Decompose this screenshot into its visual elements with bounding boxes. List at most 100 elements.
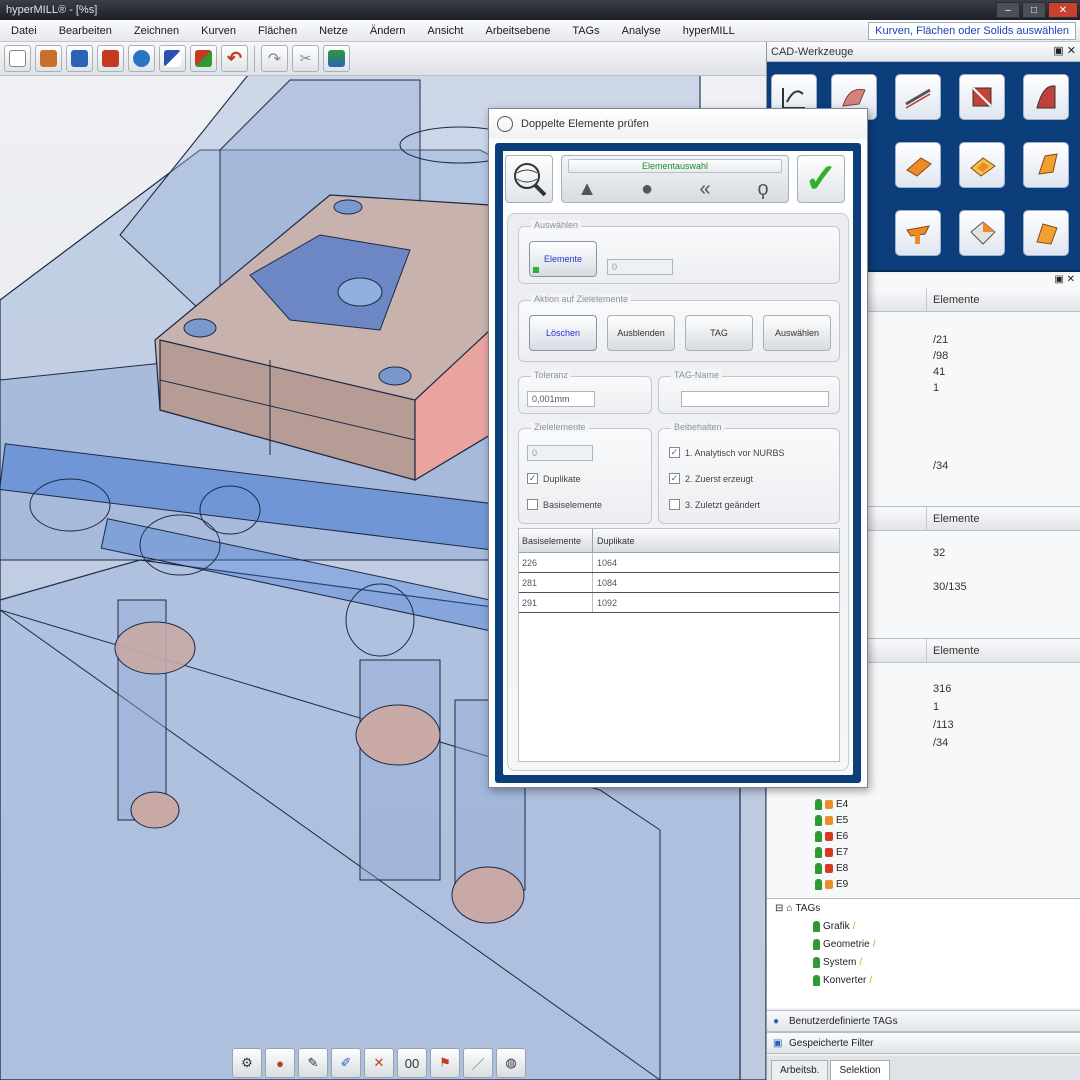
delete-button[interactable]: Löschen — [529, 315, 597, 351]
confirm-check-button[interactable]: ✓ — [797, 155, 845, 203]
table-row[interactable]: 281 1084 — [519, 573, 839, 593]
duplicates-checkbox[interactable]: ✓ Duplikate — [527, 473, 581, 484]
menu-tags[interactable]: TAGs — [561, 25, 610, 37]
book-icon[interactable] — [97, 45, 124, 72]
brush-icon[interactable]: ✐ — [331, 1048, 361, 1078]
tolerance-input[interactable]: 0,001mm — [527, 391, 595, 407]
menu-bearbeiten[interactable]: Bearbeiten — [48, 25, 123, 37]
layer-item[interactable]: E5 — [815, 815, 848, 826]
tab-arbeitsbereich[interactable]: Arbeitsb. — [771, 1060, 829, 1080]
pin-icon[interactable]: ✕ — [364, 1048, 394, 1078]
window-controls: – □ ✕ — [996, 2, 1078, 18]
fillet-tool-icon[interactable] — [1023, 74, 1069, 120]
panel-controls[interactable]: ▣ ✕ — [1053, 44, 1076, 57]
first-created-checkbox[interactable]: ✓ 2. Zuerst erzeugt — [669, 473, 753, 484]
layer-item[interactable]: E7 — [815, 847, 848, 858]
trim-tool-icon[interactable] — [959, 210, 1005, 256]
sphere-icon[interactable]: ● — [632, 176, 662, 202]
magnifier-icon — [505, 155, 553, 203]
tag-item-grafik[interactable]: Grafik / — [813, 921, 855, 932]
paste-icon[interactable] — [323, 45, 350, 72]
layer-item[interactable]: E9 — [815, 879, 848, 890]
user-tags-header[interactable]: ● Benutzerdefinierte TAGs — [767, 1010, 1080, 1032]
menu-aendern[interactable]: Ändern — [359, 25, 416, 37]
pin-icon — [815, 815, 822, 826]
analytic-before-nurbs-checkbox[interactable]: ✓ 1. Analytisch vor NURBS — [669, 447, 785, 458]
dots-icon[interactable]: ● — [265, 1048, 295, 1078]
pin-icon — [815, 831, 822, 842]
project-tool-icon[interactable] — [895, 210, 941, 256]
select-button[interactable]: Auswählen — [763, 315, 831, 351]
tag-item-geometrie[interactable]: Geometrie / — [813, 939, 875, 950]
gear-icon[interactable]: ⚙ — [232, 1048, 262, 1078]
tag-item-system[interactable]: System / — [813, 957, 862, 968]
patch-tool-icon[interactable] — [959, 142, 1005, 188]
menu-datei[interactable]: Datei — [0, 25, 48, 37]
pen-icon[interactable]: ／ — [463, 1048, 493, 1078]
menu-analyse[interactable]: Analyse — [611, 25, 672, 37]
offset-tool-icon[interactable] — [1023, 210, 1069, 256]
save-icon[interactable] — [66, 45, 93, 72]
window-title: hyperMILL® - [%s] — [6, 4, 98, 16]
layer-item[interactable]: E6 — [815, 831, 848, 842]
tool-wheel-icon[interactable] — [128, 45, 155, 72]
column-base-elements[interactable]: Basiselemente — [519, 529, 593, 552]
element-selection-bar: Elementauswahl ▲ ● « ϙ — [561, 155, 789, 203]
new-file-icon[interactable] — [4, 45, 31, 72]
layer-color-icon — [825, 848, 833, 857]
column-duplicates[interactable]: Duplikate — [593, 529, 839, 552]
undo-icon[interactable]: ↶ — [221, 45, 248, 72]
back-icon[interactable]: « — [690, 176, 720, 202]
redo-icon[interactable]: ↷ — [261, 45, 288, 72]
pencil-red-icon[interactable] — [190, 45, 217, 72]
edge-tool-icon[interactable] — [895, 74, 941, 120]
menu-hypermill[interactable]: hyperMILL — [672, 25, 746, 37]
table-row[interactable]: 226 1064 — [519, 553, 839, 573]
triangle-icon[interactable]: ▲ — [572, 176, 602, 202]
last-modified-checkbox[interactable]: 3. Zuletzt geändert — [669, 499, 760, 510]
tag-button[interactable]: TAG — [685, 315, 753, 351]
element-selection-label: Elementauswahl — [568, 159, 782, 173]
tag-item-konverter[interactable]: Konverter / — [813, 975, 872, 986]
cut-icon[interactable]: ✂ — [292, 45, 319, 72]
dialog-content: Elementauswahl ▲ ● « ϙ ✓ Auswählen Eleme… — [503, 151, 853, 775]
table-row[interactable]: 291 1092 — [519, 593, 839, 613]
tags-root[interactable]: ⊟ ⌂ TAGs — [775, 903, 820, 914]
solid-cut-icon[interactable] — [959, 74, 1005, 120]
saved-filter-header[interactable]: ▣ Gespeicherte Filter — [767, 1032, 1080, 1054]
menu-ansicht[interactable]: Ansicht — [416, 25, 474, 37]
tab-selektion[interactable]: Selektion — [830, 1060, 890, 1080]
layer-item[interactable]: E4 — [815, 799, 848, 810]
element-count: /113 — [933, 719, 954, 731]
menu-kurven[interactable]: Kurven — [190, 25, 247, 37]
pencil-blue-icon[interactable] — [159, 45, 186, 72]
open-folder-icon[interactable] — [35, 45, 62, 72]
lasso-icon[interactable]: ϙ — [748, 176, 778, 202]
menu-flaechen[interactable]: Flächen — [247, 25, 308, 37]
menu-netze[interactable]: Netze — [308, 25, 359, 37]
menu-zeichnen[interactable]: Zeichnen — [123, 25, 190, 37]
menu-arbeitsebene[interactable]: Arbeitsebene — [474, 25, 561, 37]
close-button[interactable]: ✕ — [1048, 2, 1078, 18]
filter-icon: ▣ — [773, 1037, 783, 1049]
extrude-tool-icon[interactable] — [1023, 142, 1069, 188]
plane-tool-icon[interactable] — [895, 142, 941, 188]
globe-icon[interactable]: ◍ — [496, 1048, 526, 1078]
select-group: Auswählen Elemente 0 — [518, 220, 840, 284]
draw-icon[interactable]: ✎ — [298, 1048, 328, 1078]
layer-color-icon — [825, 832, 833, 841]
tag-name-input[interactable] — [681, 391, 829, 407]
tolerance-title: Toleranz — [531, 370, 572, 380]
duplicates-table: Basiselemente Duplikate 226 1064 281 108… — [518, 528, 840, 762]
minimize-button[interactable]: – — [996, 2, 1020, 18]
maximize-button[interactable]: □ — [1022, 2, 1046, 18]
action-group: Aktion auf Zielelemente Löschen Ausblend… — [518, 294, 840, 362]
hide-button[interactable]: Ausblenden — [607, 315, 675, 351]
user-icon: ● — [773, 1015, 780, 1027]
base-elements-checkbox[interactable]: Basiselemente — [527, 499, 602, 510]
elements-button[interactable]: Elemente — [529, 241, 597, 277]
tolerance-group: Toleranz 0,001mm — [518, 370, 652, 414]
layer-item[interactable]: E8 — [815, 863, 848, 874]
count-icon[interactable]: 00 — [397, 1048, 427, 1078]
flag-icon[interactable]: ⚑ — [430, 1048, 460, 1078]
